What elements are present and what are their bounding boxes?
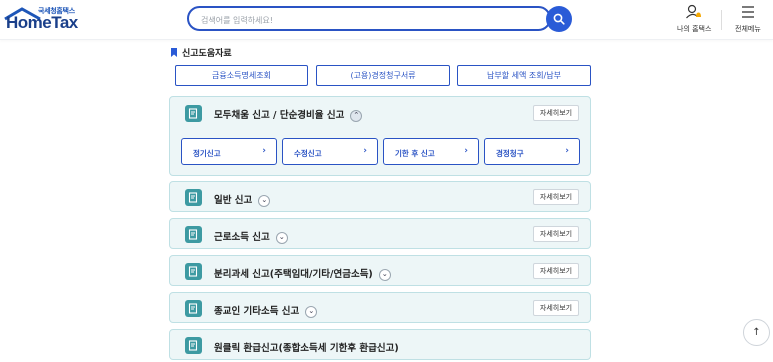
late-return-button[interactable]: 기한 후 신고 › [383, 138, 479, 165]
arrow-up-icon: ↑ [752, 327, 761, 338]
card-earned-income-return[interactable]: 근로소득 신고 ⌄ 자세히보기 [169, 218, 591, 249]
detail-button[interactable]: 자세히보기 [533, 105, 579, 121]
card-title: 분리과세 신고(주택임대/기타/연금소득) ⌄ [214, 266, 391, 281]
card-title: 일반 신고 ⌄ [214, 192, 271, 207]
card-title: 모두채움 신고 / 단순경비율 신고 ⌃ [214, 107, 363, 122]
chevron-right-icon: › [262, 146, 266, 156]
hamburger-icon [741, 6, 754, 18]
chevron-right-icon: › [565, 146, 569, 156]
detail-button[interactable]: 자세히보기 [533, 189, 579, 205]
all-menu-label: 전체메뉴 [735, 25, 761, 33]
chevron-right-icon: › [464, 146, 468, 156]
user-bell-icon [686, 4, 702, 19]
header: 국세청홈택스 HomeTax 나의 홈택스 전체메뉴 [0, 0, 773, 40]
chevron-down-icon[interactable]: ⌄ [258, 194, 271, 207]
card-one-click-refund[interactable]: 원클릭 환급신고(종합소득세 기한후 환급신고) [169, 329, 591, 360]
my-hometax-label: 나의 홈택스 [677, 25, 712, 33]
amended-return-button[interactable]: 수정신고 › [282, 138, 378, 165]
chevron-right-icon: › [363, 146, 367, 156]
document-icon [185, 189, 202, 206]
chevron-down-icon[interactable]: ⌄ [378, 268, 391, 281]
card-separate-taxation-return[interactable]: 분리과세 신고(주택임대/기타/연금소득) ⌄ 자세히보기 [169, 255, 591, 286]
detail-button[interactable]: 자세히보기 [533, 226, 579, 242]
search-bar [187, 6, 551, 31]
logo-text: HomeTax [6, 13, 78, 32]
correction-claim-button[interactable]: 경정청구 › [484, 138, 580, 165]
card-header[interactable]: 모두채움 신고 / 단순경비율 신고 ⌃ 자세히보기 [170, 97, 590, 129]
scroll-top-button[interactable]: ↑ [743, 319, 770, 346]
card-title: 종교인 기타소득 신고 ⌄ [214, 303, 318, 318]
detail-button[interactable]: 자세히보기 [533, 300, 579, 316]
card-simplified-return: 모두채움 신고 / 단순경비율 신고 ⌃ 자세히보기 정기신고 › 수정신고 › 기한… [169, 96, 591, 176]
card-religious-income-return[interactable]: 종교인 기타소득 신고 ⌄ 자세히보기 [169, 292, 591, 323]
chevron-down-icon[interactable]: ⌄ [305, 305, 318, 318]
search-button[interactable] [546, 6, 572, 32]
bookmark-icon [171, 48, 177, 57]
section-title-text: 신고도움자료 [182, 49, 232, 59]
chevron-down-icon[interactable]: ⌄ [275, 231, 288, 244]
document-icon [185, 337, 202, 354]
employment-claim-docs-button[interactable]: (고용)경정청구서류 [316, 65, 450, 86]
card-general-return[interactable]: 일반 신고 ⌄ 자세히보기 [169, 181, 591, 212]
header-divider [721, 10, 722, 30]
regular-return-button[interactable]: 정기신고 › [181, 138, 277, 165]
document-icon [185, 226, 202, 243]
search-icon [553, 13, 565, 25]
document-icon [185, 300, 202, 317]
detail-button[interactable]: 자세히보기 [533, 263, 579, 279]
chevron-up-icon[interactable]: ⌃ [350, 109, 363, 122]
financial-income-statement-button[interactable]: 금융소득명세조회 [175, 65, 308, 86]
tax-payment-inquiry-button[interactable]: 납부할 세액 조회/납부 [457, 65, 591, 86]
my-hometax-button[interactable]: 나의 홈택스 [677, 4, 711, 34]
document-icon [185, 105, 202, 122]
hometax-logo[interactable]: 국세청홈택스 HomeTax [4, 6, 84, 34]
card-title: 원클릭 환급신고(종합소득세 기한후 환급신고) [214, 343, 399, 354]
document-icon [185, 263, 202, 280]
card-title: 근로소득 신고 ⌄ [214, 229, 288, 244]
search-input[interactable] [201, 10, 531, 31]
section-title: 신고도움자료 [171, 46, 232, 59]
all-menu-button[interactable]: 전체메뉴 [735, 4, 761, 34]
